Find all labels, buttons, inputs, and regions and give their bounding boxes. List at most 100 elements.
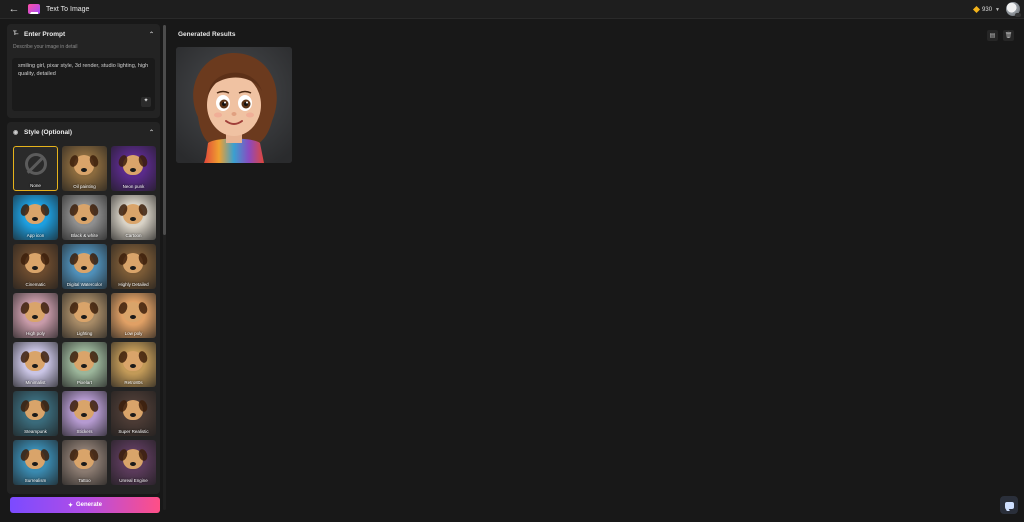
coin-icon <box>972 5 981 14</box>
style-tile-label: Neon punk <box>122 184 145 189</box>
chevron-up-icon[interactable]: ⌃ <box>149 129 154 136</box>
dog-nose <box>81 266 87 270</box>
credits-dropdown[interactable]: 930 ▼ <box>972 0 1000 19</box>
dog-thumbnail-icon <box>123 204 143 224</box>
prompt-header[interactable]: T̶ Enter Prompt ⌃ <box>7 24 160 44</box>
style-tile[interactable]: Steampunk <box>13 391 58 436</box>
dog-nose <box>32 462 38 466</box>
style-tile-label: Digital Watercolor <box>66 282 103 287</box>
style-tile[interactable]: Highly Detailed <box>111 244 156 289</box>
trash-icon[interactable]: 🗑 <box>1003 30 1014 41</box>
style-tile[interactable]: Minimalist <box>13 342 58 387</box>
style-header[interactable]: ◉ Style (Optional) ⌃ <box>7 122 160 142</box>
dog-thumbnail-icon <box>74 204 94 224</box>
chevron-down-icon: ▼ <box>995 6 1000 13</box>
dog-nose <box>81 462 87 466</box>
magic-wand-icon[interactable]: ✦ <box>141 97 151 107</box>
style-tile-label: Oil painting <box>73 184 96 189</box>
top-bar: ← Text To Image 930 ▼ <box>0 0 1024 19</box>
generated-image[interactable] <box>176 47 292 163</box>
style-tile-label: Unreal Engine <box>119 478 148 483</box>
style-tile-label: Cartoon <box>125 233 142 238</box>
style-tile[interactable]: Oil painting <box>62 146 107 191</box>
dog-thumbnail-icon <box>123 302 143 322</box>
style-tile[interactable]: Super Realistic <box>111 391 156 436</box>
style-tile-label: Minimalist <box>25 380 46 385</box>
style-tile[interactable]: Pixelart <box>62 342 107 387</box>
style-tile[interactable]: Black & white <box>62 195 107 240</box>
style-tile[interactable]: Cartoon <box>111 195 156 240</box>
dog-thumbnail-icon <box>123 253 143 273</box>
style-tile[interactable]: High poly <box>13 293 58 338</box>
style-tile-label: Retro80s <box>124 380 143 385</box>
dog-nose <box>32 413 38 417</box>
dog-nose <box>130 462 136 466</box>
generated-girl-image <box>176 47 292 163</box>
style-tile[interactable]: Cinematic <box>13 244 58 289</box>
credits-count: 930 <box>982 6 993 13</box>
text-icon: T̶ <box>13 31 17 37</box>
dog-nose <box>130 413 136 417</box>
style-tile-label: Tattoo <box>78 478 91 483</box>
chat-button[interactable] <box>1000 496 1018 514</box>
dog-thumbnail-icon <box>25 400 45 420</box>
style-tile[interactable]: Tattoo <box>62 440 107 485</box>
user-avatar[interactable] <box>1006 2 1021 17</box>
generate-button[interactable]: ✦ Generate <box>10 497 160 513</box>
chat-icon <box>1004 501 1014 509</box>
style-tile[interactable]: Neon punk <box>111 146 156 191</box>
prompt-card: T̶ Enter Prompt ⌃ Describe your image in… <box>7 24 160 118</box>
dog-nose <box>81 413 87 417</box>
dog-nose <box>130 315 136 319</box>
back-arrow-icon[interactable]: ← <box>6 1 22 17</box>
style-tile[interactable]: None <box>13 146 58 191</box>
dog-nose <box>81 364 87 368</box>
style-card: ◉ Style (Optional) ⌃ None Oil painting Neo… <box>7 122 160 494</box>
style-tile-label: High poly <box>26 331 45 336</box>
dog-nose <box>81 168 87 172</box>
save-icon[interactable]: ▤ <box>987 30 998 41</box>
dog-thumbnail-icon <box>123 449 143 469</box>
prompt-input[interactable]: smiling girl, pixar style, 3d render, st… <box>12 58 155 111</box>
style-tile-label: Steampunk <box>24 429 47 434</box>
chevron-up-icon[interactable]: ⌃ <box>149 31 154 38</box>
style-tile[interactable]: Lighting <box>62 293 107 338</box>
generate-label: Generate <box>76 502 103 508</box>
dog-nose <box>81 315 87 319</box>
results-heading: Generated Results <box>178 31 236 38</box>
style-tile-label: Highly Detailed <box>118 282 149 287</box>
dog-thumbnail-icon <box>25 302 45 322</box>
sparkle-icon: ✦ <box>67 502 73 509</box>
style-tile[interactable]: Digital Watercolor <box>62 244 107 289</box>
style-tile[interactable]: Surrealism <box>13 440 58 485</box>
style-tile-label: Pixelart <box>76 380 92 385</box>
style-tile[interactable]: Low poly <box>111 293 156 338</box>
style-tile-label: None <box>30 183 41 188</box>
dog-thumbnail-icon <box>25 204 45 224</box>
dog-thumbnail-icon <box>25 449 45 469</box>
style-tile-label: Black & white <box>70 233 98 238</box>
dog-nose <box>32 364 38 368</box>
style-tile[interactable]: Unreal Engine <box>111 440 156 485</box>
prompt-heading: Enter Prompt <box>24 30 66 38</box>
style-tile[interactable]: Retro80s <box>111 342 156 387</box>
dog-nose <box>130 168 136 172</box>
dog-thumbnail-icon <box>74 400 94 420</box>
style-tile-label: App icon <box>26 233 45 238</box>
scrollbar-thumb[interactable] <box>163 25 166 235</box>
style-tile-label: Low poly <box>124 331 143 336</box>
style-tile[interactable]: App icon <box>13 195 58 240</box>
style-heading: Style (Optional) <box>24 128 73 136</box>
dog-thumbnail-icon <box>123 400 143 420</box>
dog-nose <box>130 217 136 221</box>
style-tile-label: Super Realistic <box>118 429 149 434</box>
image-logo-icon <box>28 4 40 14</box>
prompt-text: smiling girl, pixar style, 3d render, st… <box>18 63 149 77</box>
dog-thumbnail-icon <box>74 253 94 273</box>
dog-nose <box>130 266 136 270</box>
style-tile[interactable]: Stickers <box>62 391 107 436</box>
style-grid: None Oil painting Neon punk App icon Black &… <box>13 146 156 485</box>
style-tile-label: Stickers <box>76 429 93 434</box>
dog-thumbnail-icon <box>25 351 45 371</box>
app-title: Text To Image <box>46 5 90 13</box>
